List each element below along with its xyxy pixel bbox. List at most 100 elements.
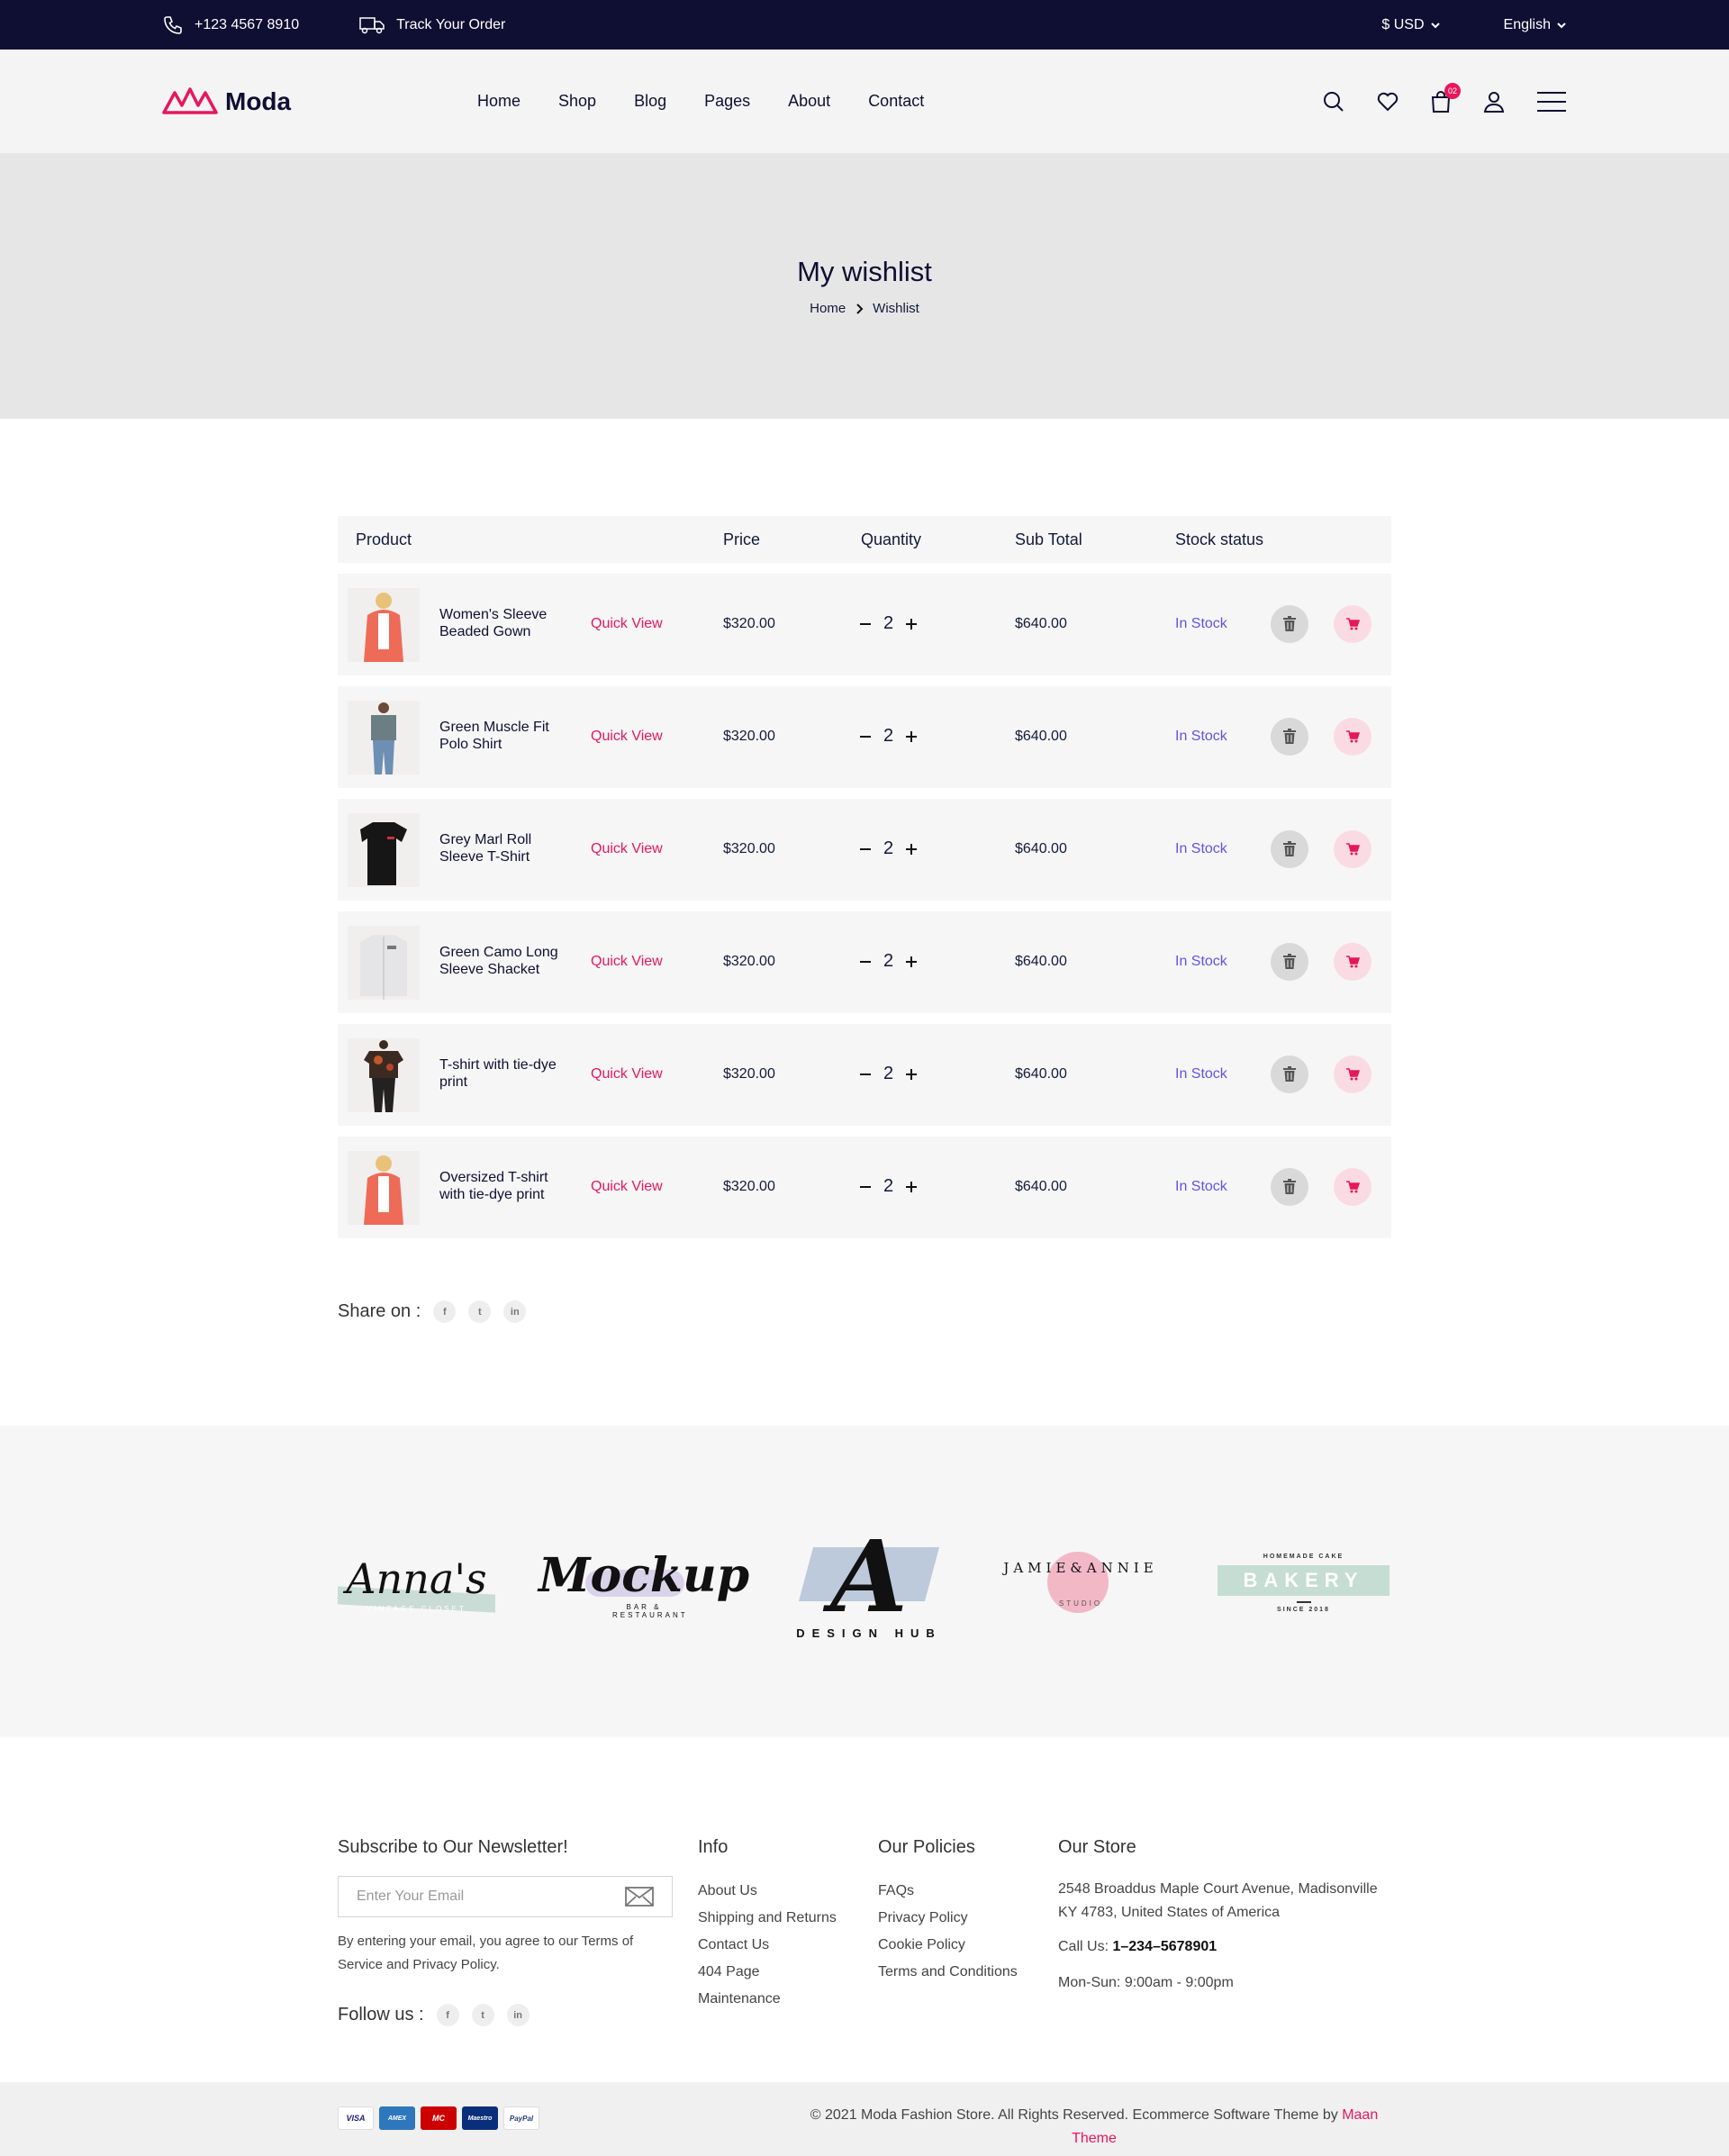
minus-icon[interactable] [860, 844, 871, 855]
linkedin-icon[interactable]: in [506, 2004, 530, 2026]
product-image[interactable] [348, 588, 420, 662]
track-order-link[interactable]: Track Your Order [358, 14, 505, 36]
header-price: Price [723, 530, 761, 548]
nav-shop[interactable]: Shop [558, 92, 596, 111]
remove-button[interactable] [1271, 943, 1308, 981]
plus-icon[interactable] [906, 843, 918, 855]
breadcrumb-home[interactable]: Home [810, 301, 846, 316]
quantity-value[interactable]: 2 [883, 1064, 893, 1084]
newsletter-col: Subscribe to Our Newsletter! Enter Your … [338, 1837, 680, 2026]
nav-blog[interactable]: Blog [634, 92, 666, 111]
plus-icon[interactable] [906, 1068, 918, 1080]
quick-view-link[interactable]: Quick View [591, 1179, 663, 1195]
quantity-value[interactable]: 2 [883, 613, 893, 634]
remove-button[interactable] [1271, 830, 1308, 868]
main-header: Moda Home Shop Blog Pages About Contact … [0, 50, 1729, 153]
brand-bakery-name: BAKERY [1243, 1569, 1364, 1591]
product-name[interactable]: Green Camo Long Sleeve Shacket [439, 944, 575, 978]
envelope-icon[interactable] [625, 1887, 654, 1907]
plus-icon[interactable] [906, 1181, 918, 1192]
quick-view-link[interactable]: Quick View [591, 729, 663, 745]
minus-icon[interactable] [860, 731, 871, 742]
quick-view-link[interactable]: Quick View [591, 954, 663, 970]
plus-icon[interactable] [906, 730, 918, 742]
remove-button[interactable] [1271, 605, 1308, 643]
add-to-cart-button[interactable] [1334, 830, 1371, 868]
facebook-icon[interactable]: f [436, 2004, 459, 2026]
minus-icon[interactable] [860, 619, 871, 630]
product-image[interactable] [348, 701, 420, 775]
quantity-value[interactable]: 2 [883, 1176, 893, 1197]
remove-button[interactable] [1271, 718, 1308, 756]
currency-select[interactable]: $ USD [1381, 17, 1440, 33]
linkedin-icon[interactable]: in [503, 1300, 527, 1323]
footer-link-about[interactable]: About Us [698, 1878, 837, 1905]
brand-jamie-annie[interactable]: JAMIE&ANNIE STUDIO [1003, 1543, 1157, 1624]
minus-icon[interactable] [860, 1069, 871, 1080]
product-name[interactable]: Women's Sleeve Beaded Gown [439, 606, 575, 640]
brand-annas[interactable]: Anna's VINTAGE CLOSET [338, 1538, 495, 1628]
phone-item[interactable]: +123 4567 8910 [162, 14, 299, 36]
brand-mockup[interactable]: Mockup BAR & RESTAURANT [539, 1534, 749, 1633]
remove-button[interactable] [1271, 1168, 1308, 1206]
minus-icon[interactable] [860, 956, 871, 967]
product-image[interactable] [348, 1038, 420, 1112]
payment-cards: VISA AMEX MC Maestro PayPal [338, 2106, 539, 2130]
twitter-icon[interactable]: t [471, 2004, 494, 2026]
twitter-icon[interactable]: t [468, 1300, 492, 1323]
footer-link-privacy[interactable]: Privacy Policy [878, 1905, 1018, 1932]
nav-about[interactable]: About [788, 92, 830, 111]
facebook-icon[interactable]: f [433, 1300, 457, 1323]
quantity-value[interactable]: 2 [883, 726, 893, 747]
product-image[interactable] [348, 813, 420, 887]
logo[interactable]: Moda [162, 86, 291, 118]
footer-link-contact[interactable]: Contact Us [698, 1932, 837, 1959]
product-image[interactable] [348, 926, 420, 1000]
store-hours: Mon-Sun: 9:00am - 9:00pm [1058, 1975, 1234, 1990]
user-icon[interactable] [1482, 90, 1506, 113]
nav-pages[interactable]: Pages [704, 92, 750, 111]
cart-button[interactable]: 02 [1430, 82, 1461, 113]
quick-view-link[interactable]: Quick View [591, 841, 663, 857]
footer-link-faqs[interactable]: FAQs [878, 1878, 1018, 1905]
brand-bakery[interactable]: HOMEMADE CAKE BAKERY SINCE 2018 [1216, 1534, 1391, 1633]
add-to-cart-button[interactable] [1334, 605, 1371, 643]
share-bar: Share on : f t in [338, 1300, 527, 1323]
quick-view-link[interactable]: Quick View [591, 616, 663, 632]
footer-link-shipping[interactable]: Shipping and Returns [698, 1905, 837, 1932]
nav-contact[interactable]: Contact [868, 92, 924, 111]
product-name[interactable]: Green Muscle Fit Polo Shirt [439, 719, 575, 753]
quantity-value[interactable]: 2 [883, 838, 893, 859]
add-to-cart-button[interactable] [1334, 1055, 1371, 1093]
email-placeholder: Enter Your Email [357, 1889, 465, 1904]
plus-icon[interactable] [906, 956, 918, 967]
quick-view-link[interactable]: Quick View [591, 1066, 663, 1083]
footer-link-terms[interactable]: Terms and Conditions [878, 1959, 1018, 1986]
quantity-value[interactable]: 2 [883, 951, 893, 972]
menu-icon[interactable] [1536, 90, 1567, 113]
product-image[interactable] [348, 1151, 420, 1225]
add-to-cart-button[interactable] [1334, 1168, 1371, 1206]
main-nav: Home Shop Blog Pages About Contact [477, 92, 924, 111]
call-number[interactable]: 1–234–5678901 [1112, 1939, 1217, 1954]
minus-icon[interactable] [860, 1182, 871, 1192]
product-name[interactable]: Grey Marl Roll Sleeve T-Shirt [439, 831, 575, 865]
follow-bar: Follow us : f t in [338, 2004, 680, 2026]
remove-button[interactable] [1271, 1055, 1308, 1093]
footer-link-cookie[interactable]: Cookie Policy [878, 1932, 1018, 1959]
nav-home[interactable]: Home [477, 92, 521, 111]
language-select[interactable]: English [1504, 17, 1567, 33]
brand-design-hub[interactable]: A DESIGN HUB [792, 1520, 946, 1646]
add-to-cart-button[interactable] [1334, 718, 1371, 756]
product-name[interactable]: T-shirt with tie-dye print [439, 1056, 575, 1091]
product-name[interactable]: Oversized T-shirt with tie-dye print [439, 1169, 575, 1203]
footer-link-maintenance[interactable]: Maintenance [698, 1986, 837, 2013]
newsletter-email-field[interactable]: Enter Your Email [338, 1876, 673, 1917]
plus-icon[interactable] [906, 618, 918, 630]
brand-bakery-top: HOMEMADE CAKE [1263, 1554, 1344, 1560]
search-icon[interactable] [1322, 90, 1345, 113]
top-bar: +123 4567 8910 Track Your Order $ USD En… [0, 0, 1729, 50]
footer-link-404[interactable]: 404 Page [698, 1959, 837, 1986]
add-to-cart-button[interactable] [1334, 943, 1371, 981]
heart-icon[interactable] [1376, 90, 1399, 113]
